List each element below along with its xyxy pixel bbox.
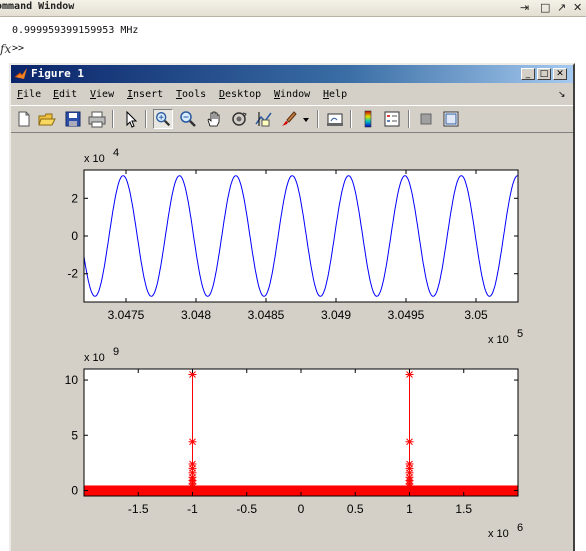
chart1-ytick-label: 0: [71, 229, 78, 243]
chart1-ytick-label: 2: [71, 191, 78, 205]
chart2-xtick-label: 1: [406, 502, 413, 516]
chart1-x-exponent-base: x 10: [488, 334, 509, 346]
chart1-xtick-label: 3.05: [464, 308, 488, 322]
chart1-xtick-label: 3.0495: [388, 308, 425, 322]
chart2-x-exponent: 6: [517, 522, 523, 534]
chart2-ytick-label: 0: [71, 483, 78, 497]
chart2-x-exponent-base: x 10: [488, 528, 509, 540]
chart2-ytick-label: 5: [71, 428, 78, 442]
chart2-ytick-label: 10: [65, 373, 79, 387]
chart1-ytick-label: -2: [67, 267, 78, 281]
chart2-star-marker: [405, 437, 414, 446]
chart2-xtick-label: -0.5: [236, 502, 257, 516]
chart2-xtick-label: 1.5: [455, 502, 472, 516]
chart2-xtick-label: 0.5: [347, 502, 364, 516]
chart2-xtick-label: -1.5: [128, 502, 149, 516]
chart2-star-marker: [188, 437, 197, 446]
chart1-axes-background: [84, 170, 518, 302]
chart1-xtick-label: 3.0485: [248, 308, 285, 322]
chart2-axes-background: [84, 369, 518, 496]
chart1-y-exponent-base: x 10: [84, 153, 105, 165]
chart2-y-exponent-base: x 10: [84, 352, 105, 364]
chart2-star-marker: [188, 483, 197, 492]
chart1-x-exponent: 5: [517, 328, 523, 340]
chart2-star-marker: [405, 483, 414, 492]
chart1-y-exponent: 4: [113, 147, 119, 159]
chart1-xtick-label: 3.049: [321, 308, 351, 322]
chart2-xtick-label: -1: [187, 502, 198, 516]
figure-plot-area: 3.0475 3.048 3.0485 3.049 3.0495 3.05 -2 0 2 x 10…: [65, 147, 523, 540]
chart1-xtick-label: 3.048: [181, 308, 211, 322]
chart2-xtick-label: 0: [298, 502, 305, 516]
chart1-xtick-label: 3.0475: [108, 308, 145, 322]
chart2-y-exponent: 9: [113, 346, 119, 358]
